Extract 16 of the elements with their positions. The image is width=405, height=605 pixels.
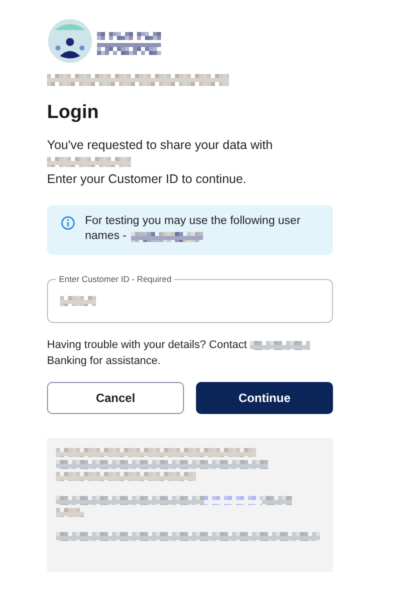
- field-label: Enter Customer ID - Required: [56, 274, 174, 284]
- redacted-text-drawing: [56, 508, 84, 518]
- info-text: names -: [85, 229, 127, 244]
- page-title: Login: [47, 102, 100, 124]
- redacted-text-drawing: [97, 42, 161, 54]
- help-text: Banking for assistance.: [47, 355, 161, 368]
- cancel-button[interactable]: Cancel: [47, 382, 184, 414]
- intro-text: You've requested to share your data with: [47, 137, 274, 154]
- info-icon: [61, 216, 75, 230]
- logo-icon: [47, 18, 93, 64]
- continue-button[interactable]: Continue: [196, 382, 333, 414]
- info-text: For testing you may use the following user: [85, 214, 300, 229]
- help-text: Having trouble with your details? Contact: [47, 339, 247, 351]
- redacted-text-drawing: [60, 296, 96, 306]
- intro-text: Enter your Customer ID to continue.: [47, 171, 248, 188]
- redacted-text-drawing: [250, 340, 310, 350]
